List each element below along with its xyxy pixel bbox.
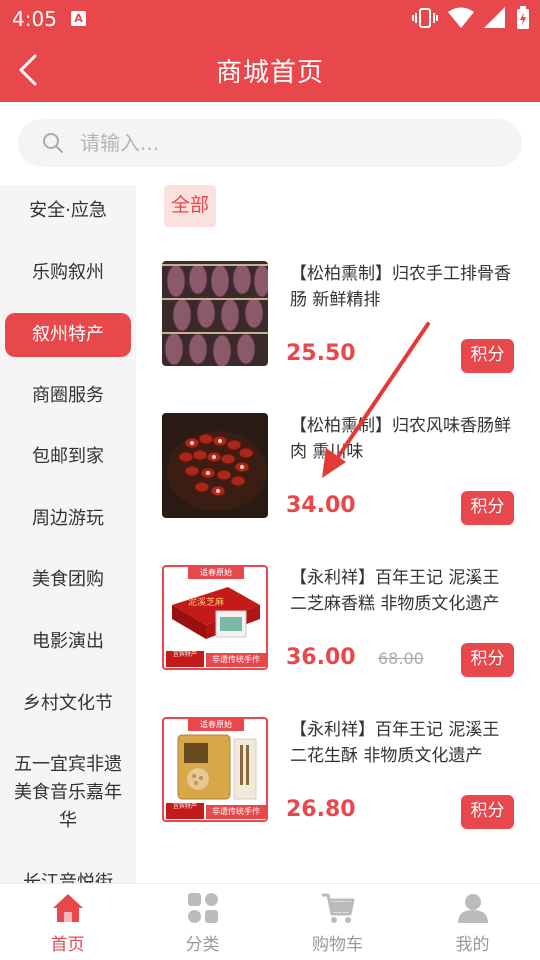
title-bar: 商城首页 (0, 38, 540, 102)
sidebar-item-business[interactable]: 商圈服务 (0, 382, 136, 410)
category-sidebar: 安全·应急 乐购叙州 叙州特产 商圈服务 包邮到家 周边游玩 美食团购 电影演出… (0, 185, 136, 883)
points-button[interactable]: 积分 (461, 491, 514, 525)
product-badge-left: 宜宾特产 (166, 651, 204, 667)
signal-icon (484, 7, 505, 28)
product-title: 【永利祥】百年王记 泥溪王二芝麻香糕 非物质文化遗产 (290, 568, 500, 614)
page-title: 商城首页 (215, 58, 324, 88)
product-title: 【松柏熏制】归农手工排骨香肠 新鲜精排 (290, 264, 511, 310)
product-badge-right: 非遗传统手作 (206, 805, 266, 819)
product-original-price: 68.00 (378, 649, 424, 668)
sidebar-item-safety[interactable]: 安全·应急 (0, 197, 136, 225)
sidebar-item-movies[interactable]: 电影演出 (0, 628, 136, 656)
sidebar-item-specialty[interactable]: 叙州特产 (5, 313, 131, 357)
product-title: 【松柏熏制】归农风味香肠鲜肉 熏川味 (290, 416, 511, 462)
product-price: 26.80 (286, 797, 356, 822)
sidebar-item-village-festival[interactable]: 乡村文化节 (0, 690, 136, 718)
battery-charging-icon (517, 6, 529, 29)
search-icon (43, 133, 63, 153)
product-price: 34.00 (286, 493, 356, 518)
vibrate-icon (412, 8, 438, 28)
points-button[interactable]: 积分 (461, 643, 514, 677)
nav-item-cart[interactable]: 购物车 (270, 884, 405, 960)
product-title: 【永利祥】百年王记 泥溪王二花生酥 非物质文化遗产 (290, 720, 500, 766)
filter-all-tag[interactable]: 全部 (164, 185, 216, 227)
sidebar-item-shopping[interactable]: 乐购叙州 (0, 259, 136, 287)
nav-label-cart: 购物车 (312, 935, 363, 955)
home-icon (52, 894, 83, 922)
product-image-sausage-plate[interactable] (162, 413, 268, 518)
search-input[interactable] (80, 119, 500, 167)
search-bar[interactable] (18, 119, 522, 167)
product-image-banner: 适春原始 (188, 567, 244, 579)
sidebar-item-nearby-travel[interactable]: 周边游玩 (0, 505, 136, 533)
sidebar-item-food-group[interactable]: 美食团购 (0, 566, 136, 594)
nav-item-category[interactable]: 分类 (135, 884, 270, 960)
product-card[interactable]: 【松柏熏制】归农手工排骨香肠 新鲜精排 25.50 积分 (162, 261, 514, 373)
nav-item-profile[interactable]: 我的 (405, 884, 540, 960)
nav-label-category: 分类 (185, 935, 220, 955)
product-image-sausage-rack[interactable] (162, 261, 268, 366)
category-icon (187, 893, 218, 923)
sidebar-item-music-street[interactable]: 长江音悦街 (0, 869, 136, 883)
sidebar-item-carnival[interactable]: 五一宜宾非遗美食音乐嘉年华 (0, 751, 136, 835)
product-list-area: 全部 【松柏熏制】归农手工排骨香肠 新鲜精排 25.50 积分 【松柏熏制】归农… (136, 185, 540, 883)
nav-item-home[interactable]: 首页 (0, 884, 135, 960)
product-price: 25.50 (286, 341, 356, 366)
app-notification-icon: A (71, 11, 86, 26)
points-button[interactable]: 积分 (461, 339, 514, 373)
status-icons (412, 6, 530, 30)
status-time: 4:05 (12, 7, 57, 31)
product-box-text: 泥溪芝麻 (188, 598, 225, 608)
bottom-navigation: 首页 分类 购物车 我的 (0, 883, 540, 960)
product-card[interactable]: 适春原始 泥溪芝麻 宜宾特产 非遗传统手作 【永利祥】百年王记 泥溪王二芝麻香糕… (162, 565, 514, 677)
product-badge-left: 宜宾特产 (166, 803, 204, 819)
product-image-banner: 适春原始 (188, 719, 244, 731)
status-bar: 4:05 A (0, 0, 540, 38)
sidebar-item-free-shipping[interactable]: 包邮到家 (0, 443, 136, 471)
nav-label-home: 首页 (50, 935, 85, 955)
points-button[interactable]: 积分 (461, 795, 514, 829)
product-badge-right: 非遗传统手作 (206, 653, 266, 667)
wifi-icon (448, 7, 474, 28)
product-image-sesame-cake[interactable]: 适春原始 泥溪芝麻 宜宾特产 非遗传统手作 (162, 565, 268, 670)
product-image-peanut-crisp[interactable]: 适春原始 宜宾特产 非遗传统手作 (162, 717, 268, 822)
product-price: 36.00 (286, 645, 356, 670)
user-icon (457, 894, 488, 923)
product-card[interactable]: 适春原始 宜宾特产 非遗传统手作 【永利祥】百年王记 泥溪王二花生酥 非物质文化… (162, 717, 514, 829)
cart-icon (321, 893, 354, 923)
nav-label-profile: 我的 (455, 935, 490, 955)
product-card[interactable]: 【松柏熏制】归农风味香肠鲜肉 熏川味 34.00 积分 (162, 413, 514, 525)
